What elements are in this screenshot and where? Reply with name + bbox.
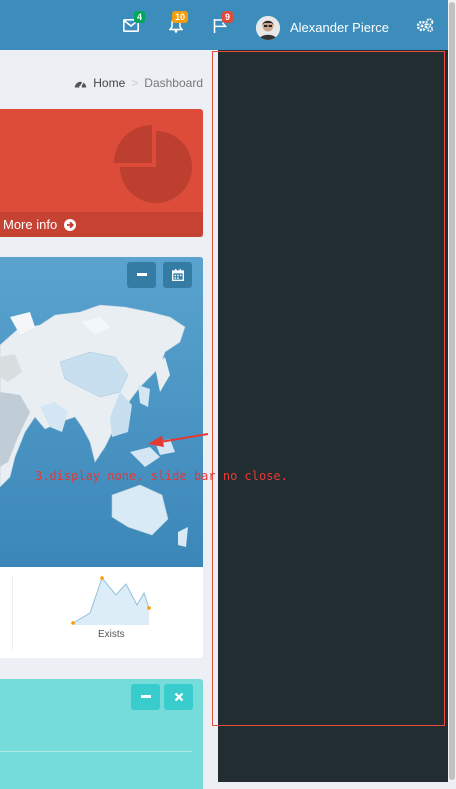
date-range-button[interactable] xyxy=(163,262,192,288)
map-footer: Exists xyxy=(0,567,203,658)
divider xyxy=(12,575,13,650)
page-scrollbar[interactable] xyxy=(448,0,456,782)
user-avatar[interactable] xyxy=(256,16,280,40)
minus-icon xyxy=(140,695,151,698)
sparkline-point xyxy=(100,576,104,580)
sparkline-label: Exists xyxy=(98,629,125,640)
top-navbar: 4 10 9 Alexander Pierce xyxy=(0,0,448,50)
world-map[interactable] xyxy=(0,257,203,567)
collapse-button[interactable] xyxy=(131,684,160,710)
dashboard-icon xyxy=(75,81,87,88)
collapse-button[interactable] xyxy=(127,262,156,288)
calendar-icon xyxy=(171,269,184,281)
sparkline-point xyxy=(147,606,151,610)
divider xyxy=(0,751,192,752)
breadcrumb-home-link[interactable]: Home xyxy=(93,76,125,90)
breadcrumb-separator: > xyxy=(131,76,139,90)
notifications-badge: 10 xyxy=(172,11,189,23)
tasks-menu[interactable]: 9 xyxy=(207,0,234,50)
arrow-circle-right-icon xyxy=(63,219,76,231)
messages-menu[interactable]: 4 xyxy=(118,0,146,50)
annotation-text: 3.display none, slide bar no close. xyxy=(35,469,288,483)
user-name[interactable]: Alexander Pierce xyxy=(290,0,389,50)
times-icon xyxy=(174,692,183,702)
tasks-badge: 9 xyxy=(222,11,234,23)
user-photo xyxy=(256,16,280,40)
teal-box xyxy=(0,679,203,789)
remove-button[interactable] xyxy=(164,684,193,710)
world-map-box xyxy=(0,257,203,567)
messages-badge: 4 xyxy=(134,11,146,23)
more-info-label: More info xyxy=(3,217,58,232)
annotation-arrow-icon xyxy=(148,433,209,447)
minus-icon xyxy=(136,273,147,276)
sparkline-point xyxy=(71,621,75,625)
notifications-menu[interactable]: 10 xyxy=(163,0,189,50)
control-sidebar-toggle[interactable] xyxy=(413,0,437,50)
gears-icon xyxy=(416,18,434,32)
more-info-link[interactable]: More info xyxy=(0,212,203,237)
breadcrumb-current: Dashboard xyxy=(144,76,203,90)
stat-small-box: More info xyxy=(0,109,203,237)
pie-chart-icon xyxy=(114,125,192,203)
annotation-highlight-box xyxy=(212,51,445,726)
scrollbar-thumb[interactable] xyxy=(449,2,455,780)
sparkline-chart xyxy=(71,576,151,625)
breadcrumb: Home > Dashboard xyxy=(74,76,203,90)
